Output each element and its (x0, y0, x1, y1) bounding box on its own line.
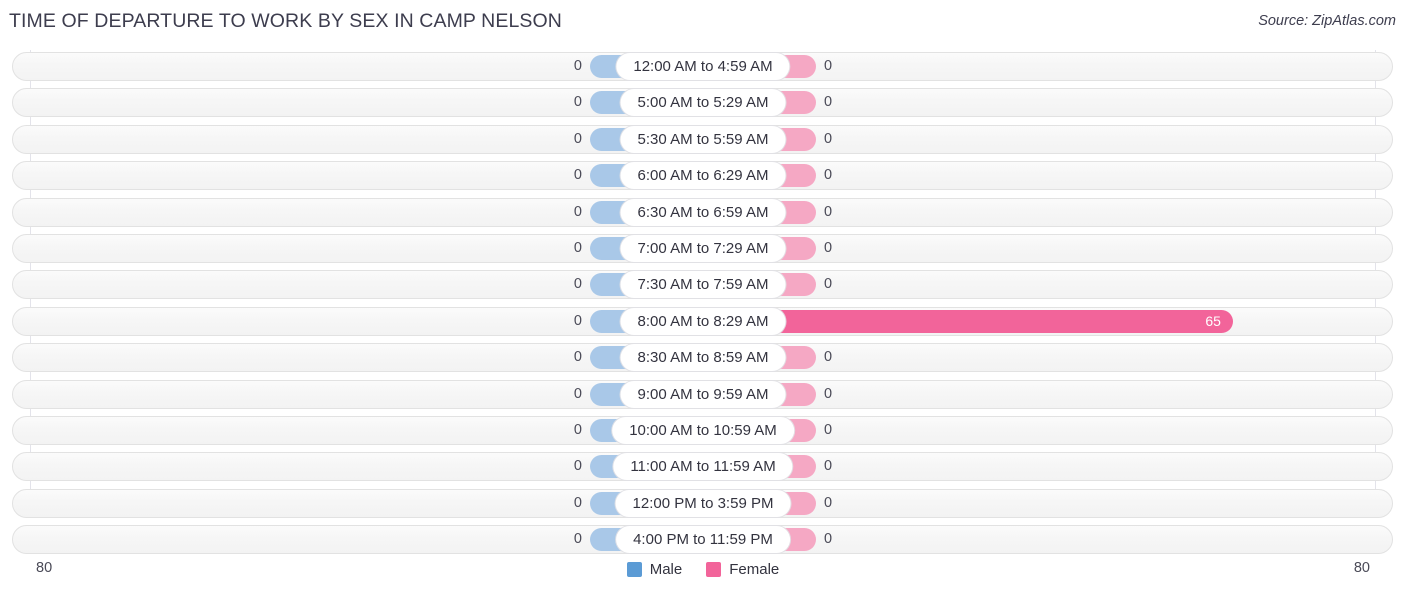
chart-row: 0 0 5:30 AM to 5:59 AM (0, 123, 1406, 159)
value-male: 0 (573, 421, 582, 438)
source-attribution: Source: ZipAtlas.com (1258, 13, 1396, 29)
row-label: 12:00 PM to 3:59 PM (615, 489, 791, 517)
value-female: 0 (824, 494, 833, 511)
chart-header: TIME OF DEPARTURE TO WORK BY SEX IN CAMP… (0, 0, 1406, 44)
value-female: 0 (824, 130, 833, 147)
chart-footer: 80 80 Male Female (0, 554, 1406, 595)
row-label: 4:00 PM to 11:59 PM (616, 526, 790, 554)
row-label: 5:30 AM to 5:59 AM (620, 125, 786, 153)
row-label: 6:00 AM to 6:29 AM (620, 162, 786, 190)
row-label: 8:30 AM to 8:59 AM (620, 344, 786, 372)
chart-row: 0 0 7:30 AM to 7:59 AM (0, 268, 1406, 304)
legend-label-female: Female (729, 561, 780, 578)
row-label: 7:00 AM to 7:29 AM (620, 234, 786, 262)
row-label: 12:00 AM to 4:59 AM (616, 53, 790, 80)
row-label: 10:00 AM to 10:59 AM (612, 416, 794, 444)
row-label: 9:00 AM to 9:59 AM (620, 380, 786, 408)
value-female: 0 (824, 385, 833, 402)
value-male: 0 (573, 167, 582, 184)
value-female: 0 (824, 58, 833, 74)
chart-row: 0 0 11:00 AM to 11:59 AM (0, 450, 1406, 486)
bar-female[interactable] (758, 309, 1234, 333)
value-male: 0 (573, 94, 582, 111)
legend-swatch-male-icon (626, 562, 642, 577)
chart-plot-area: 0 0 12:00 AM to 4:59 AM 0 0 5:00 AM to 5:29 A… (0, 44, 1406, 555)
chart-row: 0 0 12:00 AM to 4:59 AM (0, 50, 1406, 86)
legend-label-male: Male (649, 561, 683, 578)
value-female: 0 (824, 239, 833, 256)
value-male: 0 (573, 458, 582, 475)
chart-row: 0 0 12:00 PM to 3:59 PM (0, 487, 1406, 523)
value-male: 0 (573, 239, 582, 256)
value-male: 0 (573, 58, 582, 74)
chart-row: 0 0 9:00 AM to 9:59 AM (0, 378, 1406, 414)
legend-item-female[interactable]: Female (706, 561, 779, 578)
value-female: 0 (824, 94, 833, 111)
legend-item-male[interactable]: Male (626, 561, 683, 578)
chart-row: 0 0 8:30 AM to 8:59 AM (0, 341, 1406, 377)
row-label: 5:00 AM to 5:29 AM (620, 89, 786, 117)
value-male: 0 (573, 349, 582, 366)
value-female: 0 (824, 349, 833, 366)
chart-rows: 0 0 12:00 AM to 4:59 AM 0 0 5:00 AM to 5:29 A… (0, 50, 1406, 559)
chart-legend: Male Female (0, 561, 1406, 578)
value-male: 0 (573, 531, 582, 548)
value-male: 0 (573, 203, 582, 220)
page-title: TIME OF DEPARTURE TO WORK BY SEX IN CAMP… (9, 10, 562, 32)
chart-row: 0 0 10:00 AM to 10:59 AM (0, 414, 1406, 450)
value-male: 0 (573, 130, 582, 147)
value-female: 0 (824, 203, 833, 220)
value-male: 0 (573, 276, 582, 293)
row-label: 6:30 AM to 6:59 AM (620, 198, 786, 226)
value-female: 0 (824, 531, 833, 548)
value-female: 0 (824, 167, 833, 184)
value-female: 0 (824, 276, 833, 293)
chart-row: 0 0 6:00 AM to 6:29 AM (0, 159, 1406, 195)
chart-row: 0 65 8:00 AM to 8:29 AM (0, 305, 1406, 341)
row-label: 7:30 AM to 7:59 AM (620, 271, 786, 299)
chart-row: 0 0 6:30 AM to 6:59 AM (0, 196, 1406, 232)
value-male: 0 (573, 494, 582, 511)
value-female: 0 (824, 421, 833, 438)
legend-swatch-female-icon (706, 562, 722, 577)
row-label: 11:00 AM to 11:59 AM (613, 453, 793, 481)
value-male: 0 (573, 385, 582, 402)
value-female: 65 (1205, 312, 1221, 329)
chart-row: 0 0 7:00 AM to 7:29 AM (0, 232, 1406, 268)
chart-row: 0 0 5:00 AM to 5:29 AM (0, 86, 1406, 122)
value-male: 0 (573, 312, 582, 329)
value-female: 0 (824, 458, 833, 475)
row-label: 8:00 AM to 8:29 AM (620, 307, 786, 335)
